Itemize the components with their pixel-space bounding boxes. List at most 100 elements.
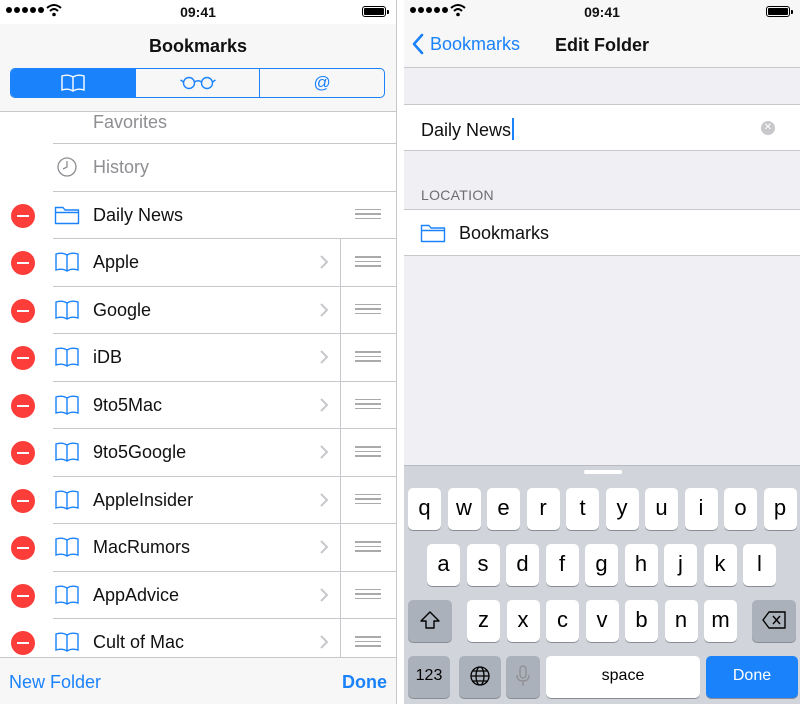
location-row[interactable]: Bookmarks xyxy=(404,209,800,256)
key-l[interactable]: l xyxy=(743,544,776,586)
chevron-right-icon[interactable] xyxy=(318,539,330,555)
new-folder-button[interactable]: New Folder xyxy=(9,672,101,693)
list-item[interactable]: 9to5Mac xyxy=(0,381,396,429)
list-item[interactable]: MacRumors xyxy=(0,524,396,572)
key-g[interactable]: g xyxy=(585,544,618,586)
key-v[interactable]: v xyxy=(585,600,619,642)
battery-icon xyxy=(766,6,793,17)
reorder-handle-icon[interactable] xyxy=(355,446,381,458)
list-item[interactable]: AppAdvice xyxy=(0,571,396,619)
key-z[interactable]: z xyxy=(467,600,500,642)
key-c[interactable]: c xyxy=(546,600,579,642)
key-w[interactable]: w xyxy=(447,488,481,530)
key-d[interactable]: d xyxy=(506,544,539,586)
list-item[interactable]: Apple xyxy=(0,239,396,287)
list-item-label: Apple xyxy=(93,252,140,272)
key-m[interactable]: m xyxy=(704,600,737,642)
tab-shared-links[interactable]: @ xyxy=(259,69,384,97)
dictation-key[interactable] xyxy=(506,656,540,698)
backspace-key[interactable] xyxy=(752,600,796,642)
delete-icon[interactable] xyxy=(11,441,35,465)
shift-key[interactable] xyxy=(408,600,452,642)
reorder-handle-icon[interactable] xyxy=(355,398,381,411)
key-u[interactable]: u xyxy=(645,488,678,530)
key-h[interactable]: h xyxy=(624,544,658,586)
key-q[interactable]: q xyxy=(408,488,441,530)
chevron-right-icon[interactable] xyxy=(318,634,330,650)
divider xyxy=(340,381,341,429)
at-icon: @ xyxy=(313,73,331,92)
reorder-handle-icon[interactable] xyxy=(355,303,381,316)
key-b[interactable]: b xyxy=(625,600,658,642)
done-button[interactable]: Done xyxy=(342,672,387,693)
key-o[interactable]: o xyxy=(724,488,757,530)
delete-icon[interactable] xyxy=(11,393,35,418)
reorder-handle-icon[interactable] xyxy=(355,541,381,553)
list-item-label: 9to5Google xyxy=(93,442,187,462)
clear-text-icon[interactable]: ✕ xyxy=(761,121,775,135)
folder-name-value: Daily News xyxy=(421,118,515,141)
divider xyxy=(340,524,341,572)
book-icon xyxy=(54,251,80,273)
tab-bookmarks[interactable] xyxy=(11,69,135,97)
globe-key[interactable] xyxy=(459,656,501,698)
space-key[interactable]: space xyxy=(546,656,700,698)
key-t[interactable]: t xyxy=(566,488,599,530)
list-item[interactable]: AppleInsider xyxy=(0,476,396,524)
numbers-key[interactable]: 123 xyxy=(408,656,450,698)
key-y[interactable]: y xyxy=(605,488,639,530)
chevron-right-icon[interactable] xyxy=(318,397,330,413)
folder-name-field[interactable]: Daily News ✕ xyxy=(404,104,800,151)
list-item[interactable]: Daily News xyxy=(0,192,396,239)
chevron-right-icon[interactable] xyxy=(318,444,330,460)
tab-reading-list[interactable] xyxy=(134,69,260,97)
reorder-handle-icon[interactable] xyxy=(355,588,381,601)
chevron-right-icon[interactable] xyxy=(318,492,330,508)
chevron-right-icon[interactable] xyxy=(318,587,330,603)
keyboard-done-key[interactable]: Done xyxy=(706,656,798,698)
divider xyxy=(340,476,341,524)
reorder-handle-icon[interactable] xyxy=(355,493,381,506)
reorder-handle-icon[interactable] xyxy=(355,636,381,648)
key-r[interactable]: r xyxy=(526,488,560,530)
chevron-right-icon[interactable] xyxy=(318,349,330,365)
reorder-handle-icon[interactable] xyxy=(355,256,381,268)
list-item-label: Favorites xyxy=(93,112,168,132)
key-x[interactable]: x xyxy=(506,600,540,642)
list-item[interactable]: History xyxy=(0,144,396,192)
chevron-right-icon[interactable] xyxy=(318,302,330,318)
delete-icon[interactable] xyxy=(11,203,35,228)
key-k[interactable]: k xyxy=(703,544,737,586)
delete-icon[interactable] xyxy=(11,251,35,275)
key-j[interactable]: j xyxy=(664,544,697,586)
key-p[interactable]: p xyxy=(763,488,797,530)
microphone-icon xyxy=(516,665,530,686)
key-s[interactable]: s xyxy=(466,544,500,586)
delete-icon[interactable] xyxy=(11,346,35,370)
key-i[interactable]: i xyxy=(684,488,718,530)
divider xyxy=(340,619,341,657)
delete-icon[interactable] xyxy=(11,298,35,323)
list-item[interactable]: Cult of Mac xyxy=(0,619,396,657)
key-f[interactable]: f xyxy=(545,544,579,586)
list-item[interactable]: Favorites xyxy=(0,112,396,144)
delete-icon[interactable] xyxy=(11,631,35,655)
keyboard-handle[interactable] xyxy=(584,470,622,474)
list-item[interactable]: iDB xyxy=(0,334,396,382)
key-a[interactable]: a xyxy=(427,544,460,586)
status-bar: 09:41 xyxy=(404,0,800,24)
delete-icon[interactable] xyxy=(11,488,35,513)
globe-icon xyxy=(470,666,490,686)
key-e[interactable]: e xyxy=(487,488,520,530)
list-item-label: Google xyxy=(93,299,152,320)
chevron-right-icon[interactable] xyxy=(318,254,330,270)
key-n[interactable]: n xyxy=(664,600,698,642)
divider xyxy=(340,429,341,477)
delete-icon[interactable] xyxy=(11,583,35,608)
reorder-handle-icon[interactable] xyxy=(355,351,381,363)
delete-icon[interactable] xyxy=(11,536,35,560)
list-item[interactable]: Google xyxy=(0,286,396,334)
divider xyxy=(340,334,341,382)
reorder-handle-icon[interactable] xyxy=(355,208,381,221)
list-item[interactable]: 9to5Google xyxy=(0,429,396,477)
